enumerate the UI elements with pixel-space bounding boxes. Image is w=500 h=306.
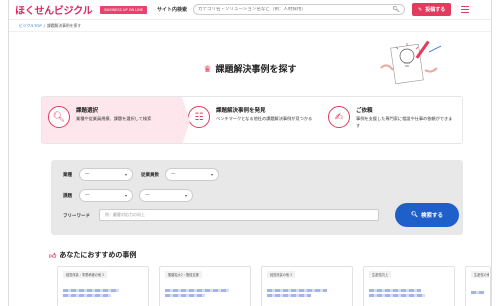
case-card[interactable]: 生産性の他 3: [465, 266, 491, 306]
chevron-down-icon: ▾: [210, 172, 213, 177]
search-icon[interactable]: 🔍︎: [392, 6, 400, 13]
issue-category-select[interactable]: — ▾: [79, 189, 133, 202]
step-desc: 事例を支援した専門家に相談や仕事の依頼ができます: [356, 116, 453, 128]
breadcrumb: ビジクルTOP / 課題解決事例を探す: [9, 20, 491, 32]
issue-label: 課題: [63, 194, 72, 199]
pen-paper-icon: ✍: [328, 106, 350, 128]
employees-select[interactable]: — ▾: [165, 168, 219, 181]
case-card[interactable]: 経営改善の他 3: [261, 266, 353, 306]
case-card[interactable]: 販路拡大2・販促支援: [159, 266, 251, 306]
recommend-heading: 👍︎ あなたにおすすめの事例: [49, 251, 137, 260]
document-icon: ☷: [188, 106, 210, 128]
recommend-card-list: 経営改善・事業承継の他 2 販路拡大2・販促支援 経営改善の他 3 生産性向上 …: [57, 266, 491, 306]
step-request: ✍ ご依頼 事例を支援した専門家に相談や仕事の依頼ができます: [322, 97, 462, 143]
case-tag: 経営改善の他 3: [267, 271, 296, 278]
freeword-label: フリーワード: [63, 214, 90, 219]
site-search-input[interactable]: [198, 7, 393, 12]
case-tag: 生産性の他 3: [471, 271, 489, 278]
filter-search-button[interactable]: 🔍︎ 検索する: [395, 203, 459, 227]
site-header: ほくせんビジクル BUSINESS UP ON LINE サイト内検索 🔍︎ ✎…: [9, 0, 491, 20]
chevron-down-icon: ▾: [124, 172, 127, 177]
step-desc: 業種や従業員規模、課題を選択して検索: [76, 116, 152, 121]
issue-detail-select[interactable]: — ▾: [139, 189, 193, 202]
logo-badge: BUSINESS UP ON LINE: [100, 5, 147, 14]
step-desc: ベンチマークとなる他社の課題解決事例が見つかる: [216, 116, 313, 121]
crown-icon: ♛: [203, 65, 212, 75]
post-button[interactable]: ✎ 投稿する: [412, 3, 452, 16]
industry-label: 業種: [63, 173, 72, 178]
page-frame: ほくせんビジクル BUSINESS UP ON LINE サイト内検索 🔍︎ ✎…: [8, 0, 492, 306]
magnifier-icon: 🔍︎: [48, 106, 70, 128]
case-card[interactable]: 生産性向上: [363, 266, 455, 306]
post-button-label: 投稿する: [425, 7, 446, 13]
hamburger-menu-icon[interactable]: [461, 6, 470, 13]
case-tag: 販路拡大2・販促支援: [165, 271, 202, 278]
step-find-case: ☷ 課題解決事例を発見 ベンチマークとなる他社の課題解決事例が見つかる: [182, 97, 322, 143]
case-card[interactable]: 経営改善・事業承継の他 2: [57, 266, 149, 306]
employees-label: 従業員数: [141, 173, 159, 178]
how-to-steps: 🔍︎ 課題選択 業種や従業員規模、課題を選択して検索 ☷ 課題解決事例を発見 ベ…: [41, 96, 463, 144]
step-title: 課題選択: [76, 108, 99, 114]
breadcrumb-home-link[interactable]: ビジクルTOP: [19, 23, 42, 29]
thumbs-up-icon: 👍︎: [49, 251, 57, 260]
freeword-input[interactable]: 例：顧客対応力の向上: [99, 209, 379, 221]
site-search-box[interactable]: 🔍︎: [193, 4, 406, 15]
breadcrumb-current: 課題解決事例を探す: [46, 22, 82, 28]
case-tag: 生産性向上: [369, 271, 391, 278]
edit-icon: ✎: [418, 6, 423, 13]
breadcrumb-separator: /: [43, 23, 45, 28]
site-logo[interactable]: ほくせんビジクル: [15, 2, 93, 17]
chevron-down-icon: ▾: [184, 193, 187, 198]
step-title: 課題解決事例を発見: [216, 108, 266, 114]
case-tag: 経営改善・事業承継の他 2: [63, 271, 108, 278]
hero-section: ♛ 課題解決事例を探す: [9, 32, 491, 90]
site-search-label: サイト内検索: [157, 7, 188, 13]
chevron-down-icon: ▾: [124, 193, 127, 198]
step-select-issue: 🔍︎ 課題選択 業種や従業員規模、課題を選択して検索: [42, 97, 190, 143]
industry-select[interactable]: — ▾: [79, 168, 133, 181]
search-filter-panel: 業種 — ▾ 従業員数 — ▾ 課題 — ▾ — ▾ フリーワード 例：顧客対応力の向上…: [51, 160, 463, 235]
search-button-label: 検索する: [420, 213, 443, 219]
step-title: ご依頼: [356, 108, 373, 114]
hero-illustration: [380, 40, 442, 85]
search-icon: 🔍︎: [411, 212, 418, 218]
